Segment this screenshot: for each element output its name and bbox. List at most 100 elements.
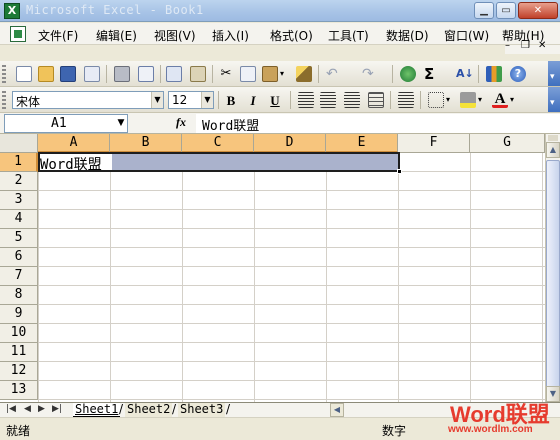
select-all-button[interactable] bbox=[0, 134, 38, 153]
row-header[interactable]: 9 bbox=[0, 305, 38, 324]
paste-dropdown-icon[interactable]: ▾ bbox=[280, 66, 288, 82]
print-icon[interactable] bbox=[114, 66, 130, 82]
menu-format[interactable]: 格式(O) bbox=[270, 27, 313, 44]
toolbar-grip[interactable] bbox=[2, 65, 6, 83]
column-header[interactable]: A bbox=[38, 134, 110, 153]
menu-file[interactable]: 文件(F) bbox=[38, 27, 78, 44]
row-header[interactable]: 4 bbox=[0, 210, 38, 229]
worksheet-grid[interactable]: A B C D E F G 1 2 3 4 5 6 7 8 9 10 11 12… bbox=[0, 134, 545, 402]
sheet-tab[interactable]: Sheet2 bbox=[125, 403, 173, 417]
cell-gridlines[interactable] bbox=[38, 153, 545, 402]
row-header[interactable]: 12 bbox=[0, 362, 38, 381]
fill-color-icon[interactable] bbox=[460, 92, 476, 108]
save-icon[interactable] bbox=[60, 66, 76, 82]
column-header[interactable]: C bbox=[182, 134, 254, 153]
column-header[interactable]: B bbox=[110, 134, 182, 153]
menu-data[interactable]: 数据(D) bbox=[386, 27, 429, 44]
redo-icon[interactable]: ↷ bbox=[362, 66, 378, 82]
sort-ascending-icon[interactable]: A↓ bbox=[456, 66, 474, 82]
doc-restore-button[interactable]: ❐ bbox=[521, 40, 530, 51]
insert-function-button[interactable]: fx bbox=[176, 115, 186, 130]
copy-icon[interactable] bbox=[240, 66, 256, 82]
sheet-tab[interactable]: Sheet1 bbox=[73, 403, 121, 417]
align-right-icon[interactable] bbox=[344, 92, 360, 108]
maximize-button[interactable]: ▭ bbox=[496, 2, 516, 19]
chevron-down-icon[interactable]: ▼ bbox=[201, 92, 213, 108]
menu-view[interactable]: 视图(V) bbox=[154, 27, 196, 44]
minimize-button[interactable]: ▁ bbox=[474, 2, 494, 19]
scroll-up-icon[interactable]: ▲ bbox=[546, 142, 560, 158]
row-header[interactable]: 10 bbox=[0, 324, 38, 343]
next-sheet-icon[interactable]: ▶ bbox=[38, 404, 45, 414]
print-preview-icon[interactable] bbox=[138, 66, 154, 82]
toolbar-options-button[interactable] bbox=[548, 87, 560, 112]
row-header[interactable]: 11 bbox=[0, 343, 38, 362]
merge-center-icon[interactable] bbox=[368, 92, 384, 108]
column-header[interactable]: E bbox=[326, 134, 398, 153]
first-sheet-icon[interactable]: |◀ bbox=[6, 404, 16, 414]
row-header[interactable]: 5 bbox=[0, 229, 38, 248]
menu-window[interactable]: 窗口(W) bbox=[444, 27, 489, 44]
menu-tools[interactable]: 工具(T) bbox=[328, 27, 369, 44]
row-header[interactable]: 2 bbox=[0, 172, 38, 191]
spelling-icon[interactable] bbox=[166, 66, 182, 82]
chart-wizard-icon[interactable] bbox=[486, 66, 502, 82]
chevron-down-icon[interactable]: ▼ bbox=[151, 92, 163, 108]
bold-button[interactable]: B bbox=[222, 92, 240, 109]
undo-icon[interactable]: ↶ bbox=[326, 66, 342, 82]
row-header[interactable]: 8 bbox=[0, 286, 38, 305]
new-icon[interactable] bbox=[16, 66, 32, 82]
open-icon[interactable] bbox=[38, 66, 54, 82]
font-size-select[interactable]: 12 ▼ bbox=[168, 91, 214, 109]
row-header[interactable]: 6 bbox=[0, 248, 38, 267]
font-name-select[interactable]: 宋体 ▼ bbox=[12, 91, 164, 109]
decrease-indent-icon[interactable] bbox=[398, 92, 414, 108]
formula-input[interactable]: Word联盟 bbox=[196, 114, 560, 134]
column-header[interactable]: F bbox=[398, 134, 470, 153]
column-header[interactable]: G bbox=[470, 134, 545, 153]
excel-app-icon[interactable]: X bbox=[4, 3, 20, 19]
help-icon[interactable]: ? bbox=[510, 66, 526, 82]
doc-minimize-button[interactable]: – bbox=[505, 40, 510, 51]
menu-edit[interactable]: 编辑(E) bbox=[96, 27, 137, 44]
align-center-icon[interactable] bbox=[320, 92, 336, 108]
fill-handle[interactable] bbox=[397, 169, 402, 174]
hyperlink-icon[interactable] bbox=[400, 66, 416, 82]
workbook-icon[interactable] bbox=[10, 26, 26, 42]
paste-icon[interactable] bbox=[262, 66, 278, 82]
row-header[interactable]: 7 bbox=[0, 267, 38, 286]
autosum-icon[interactable]: Σ bbox=[424, 66, 440, 82]
name-box[interactable]: A1 ▼ bbox=[4, 114, 128, 133]
toolbar-grip[interactable] bbox=[2, 91, 6, 109]
vertical-scrollbar[interactable]: ▲ ▼ bbox=[545, 134, 560, 402]
permission-icon[interactable] bbox=[84, 66, 100, 82]
vertical-scroll-thumb[interactable] bbox=[546, 160, 560, 390]
borders-dropdown-icon[interactable]: ▾ bbox=[446, 92, 454, 108]
toolbar-options-button[interactable] bbox=[548, 61, 560, 86]
font-color-icon[interactable]: A bbox=[492, 92, 508, 108]
format-painter-icon[interactable] bbox=[296, 66, 312, 82]
menu-insert[interactable]: 插入(I) bbox=[212, 27, 249, 44]
row-header[interactable]: 3 bbox=[0, 191, 38, 210]
split-box[interactable] bbox=[548, 135, 558, 141]
prev-sheet-icon[interactable]: ◀ bbox=[24, 404, 31, 414]
column-header[interactable]: D bbox=[254, 134, 326, 153]
borders-icon[interactable] bbox=[428, 92, 444, 108]
scroll-left-icon[interactable]: ◀ bbox=[330, 403, 344, 417]
underline-button[interactable]: U bbox=[266, 92, 284, 109]
font-color-dropdown-icon[interactable]: ▾ bbox=[510, 92, 518, 108]
cut-icon[interactable]: ✂ bbox=[218, 66, 234, 82]
doc-close-button[interactable]: ✕ bbox=[538, 40, 546, 51]
last-sheet-icon[interactable]: ▶| bbox=[52, 404, 62, 414]
sheet-tab[interactable]: Sheet3 bbox=[178, 403, 226, 417]
standard-toolbar: ✂ ▾ ↶ ↷ Σ A↓ ? bbox=[0, 61, 560, 87]
row-header[interactable]: 1 bbox=[0, 153, 38, 172]
fill-dropdown-icon[interactable]: ▾ bbox=[478, 92, 486, 108]
row-header[interactable]: 13 bbox=[0, 381, 38, 400]
name-box-value: A1 bbox=[51, 116, 67, 131]
align-left-icon[interactable] bbox=[298, 92, 314, 108]
research-icon[interactable] bbox=[190, 66, 206, 82]
chevron-down-icon[interactable]: ▼ bbox=[115, 115, 127, 132]
close-button[interactable]: ✕ bbox=[518, 2, 558, 19]
italic-button[interactable]: I bbox=[244, 92, 262, 109]
